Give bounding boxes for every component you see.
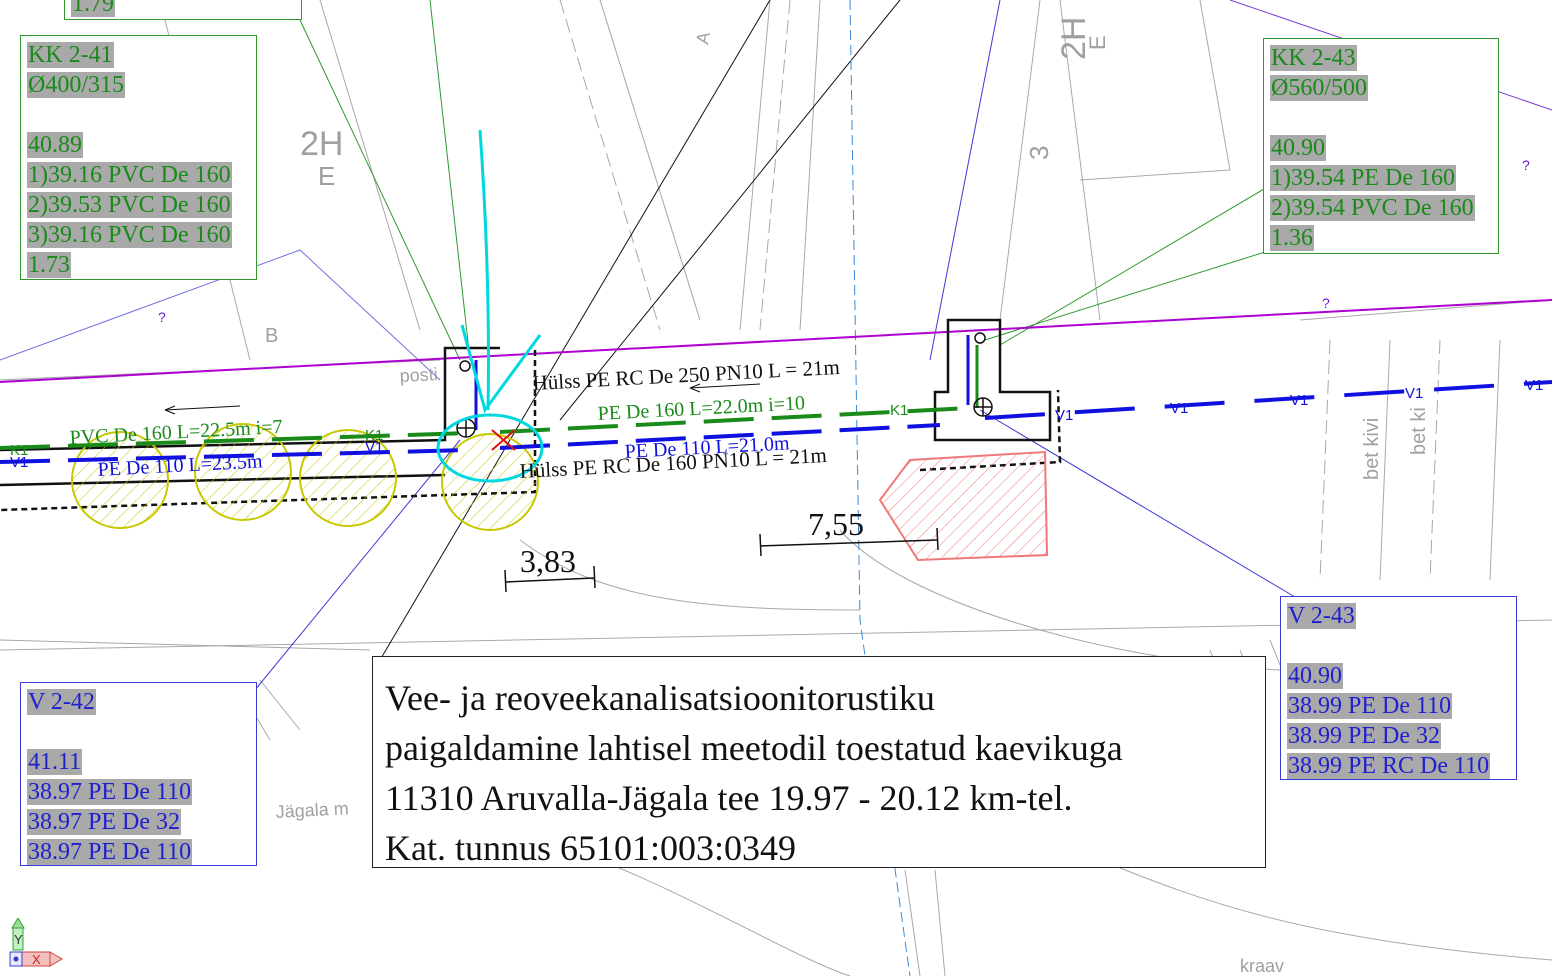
title-line-4: Kat. tunnus 65101:003:0349 [385,828,796,868]
map-text-kraav: kraav [1240,956,1284,976]
v243-level: 40.90 [1287,663,1343,689]
kk241-title: KK 2-41 [27,42,114,68]
ucs-y-label: Y [14,932,23,947]
kk243-title: KK 2-43 [1270,45,1357,71]
map-text-b: B [265,325,278,347]
kk241-pipe-1: 1)39.16 PVC De 160 [27,162,232,188]
dimension-7-55: 7,55 [808,506,864,542]
kk243-depth: 1.36 [1270,225,1314,251]
kk241-depth: 1.73 [27,252,71,278]
cyan-markup [436,129,544,483]
v243-pipe-3: 38.99 PE RC De 110 [1287,753,1491,779]
v1-label: V1 [365,439,383,456]
kk241-pipe-3: 3)39.16 PVC De 160 [27,222,232,248]
map-text-2h-left: 2H [300,125,343,163]
v243-pipe-1: 38.99 PE De 110 [1287,693,1453,719]
dimension-3-83: 3,83 [520,543,576,579]
kk241-level: 40.89 [27,132,83,158]
pe160-label: PE De 160 L=22.0m i=10 [597,392,805,425]
ucs-icon: Y X [9,918,63,967]
gas-marker-q: ? [1322,295,1330,311]
k1-label: K1 [890,402,908,419]
restricted-area [878,450,1049,562]
map-text-3: 3 [1024,146,1054,160]
map-text-e-left: E [318,161,335,191]
title-line-2: paigaldamine lahtisel meetodil toestatud… [385,728,1123,768]
kk241-diameter: Ø400/315 [27,72,125,98]
v1-label: V1 [10,454,28,471]
v243-pipe-2: 38.99 PE De 32 [1287,723,1441,749]
v242-pipe-1: 38.97 PE De 110 [27,779,193,805]
v242-pipe-2: 38.97 PE De 32 [27,809,181,835]
v1-label: V1 [1405,385,1423,402]
map-text-jagala: Jägala m [275,798,349,822]
v1-label: V1 [1055,407,1073,424]
partial-box-value: 1.79 [71,0,115,17]
kk243-level: 40.90 [1270,135,1326,161]
map-text-a: A [692,30,714,45]
v1-label: V1 [1525,377,1543,394]
kk243-pipe-2: 2)39.54 PVC De 160 [1270,195,1475,221]
v242-level: 41.11 [27,749,83,775]
partial-box-top: 1.79 [64,0,302,20]
info-box-v-2-42: V 2-42 41.11 38.97 PE De 110 38.97 PE De… [20,682,257,866]
v242-pipe-3: 38.97 PE De 110 [27,839,193,865]
map-text-posti: posti [399,364,438,386]
gas-marker-q: ? [158,309,166,325]
hulss-250-label: Hülss PE RC De 250 PN10 L = 21m [532,355,840,395]
v1-label: V1 [1170,400,1188,417]
kk241-pipe-2: 2)39.53 PVC De 160 [27,192,232,218]
map-text-bet-ki: bet ki [1408,407,1430,455]
info-box-kk-2-43: KK 2-43 Ø560/500 40.90 1)39.54 PE De 160… [1263,38,1499,254]
title-block: Vee- ja reoveekanalisatsioonitorustiku p… [372,656,1266,868]
kk243-pipe-1: 1)39.54 PE De 160 [1270,165,1456,191]
title-line-3: 11310 Aruvalla-Jägala tee 19.97 - 20.12 … [385,778,1073,818]
kk243-diameter: Ø560/500 [1270,75,1368,101]
map-text-e-right: E [1085,35,1110,50]
info-box-v-2-43: V 2-43 40.90 38.99 PE De 110 38.99 PE De… [1280,596,1517,780]
title-line-1: Vee- ja reoveekanalisatsioonitorustiku [385,678,935,718]
gas-marker-q: ? [1522,157,1530,173]
v242-title: V 2-42 [27,689,96,715]
info-box-kk-2-41: KK 2-41 Ø400/315 40.89 1)39.16 PVC De 16… [20,35,257,280]
v243-title: V 2-43 [1287,603,1356,629]
v1-label: V1 [1290,392,1308,409]
map-text-bet-kivi: bet kivi [1361,418,1383,480]
ucs-x-label: X [32,952,41,967]
